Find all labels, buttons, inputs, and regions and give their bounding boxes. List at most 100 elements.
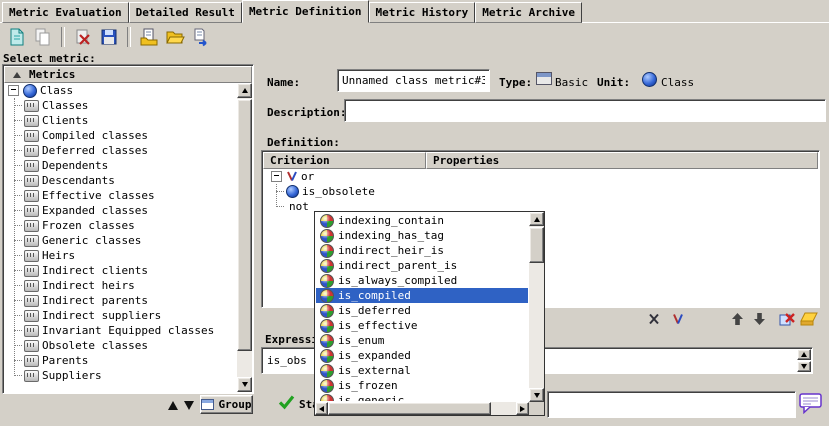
criterion-column-header[interactable]: Criterion xyxy=(263,152,426,169)
group-button[interactable]: Group xyxy=(200,395,253,414)
tree-item-clients[interactable]: Clients xyxy=(4,113,237,128)
tree-item-suppliers[interactable]: Suppliers xyxy=(4,368,237,383)
or-children: is_obsolete not xyxy=(263,184,818,214)
erase-definition-button[interactable] xyxy=(799,310,819,328)
criterion-icon xyxy=(320,349,334,363)
dropdown-vscroll-thumb[interactable] xyxy=(529,227,544,263)
criterion-option-is-always-compiled[interactable]: is_always_compiled xyxy=(316,273,528,288)
metrics-column-header[interactable]: Metrics xyxy=(4,66,252,83)
criterion-option-is-frozen[interactable]: is_frozen xyxy=(316,378,528,393)
scroll-up-icon[interactable] xyxy=(529,212,544,226)
criterion-option-indexing-contain[interactable]: indexing_contain xyxy=(316,213,528,228)
or-operator-button[interactable] xyxy=(668,310,688,328)
scroll-down-icon[interactable] xyxy=(237,377,252,392)
criterion-row-or[interactable]: or xyxy=(263,169,818,184)
tree-item-heirs[interactable]: Heirs xyxy=(4,248,237,263)
delete-metric-button[interactable] xyxy=(70,25,96,49)
criterion-icon xyxy=(320,289,334,303)
criterion-icon xyxy=(320,379,334,393)
tree-item-indirect-clients[interactable]: Indirect clients xyxy=(4,263,237,278)
tab-detailed-result[interactable]: Detailed Result xyxy=(129,2,242,23)
criterion-option-is-effective[interactable]: is_effective xyxy=(316,318,528,333)
tree-item-parents[interactable]: Parents xyxy=(4,353,237,368)
import-metric-button[interactable] xyxy=(136,25,162,49)
tree-item-expanded-classes[interactable]: Expanded classes xyxy=(4,203,237,218)
tab-metric-archive[interactable]: Metric Archive xyxy=(475,2,582,23)
dropdown-hscroll-thumb[interactable] xyxy=(328,402,491,415)
or-operator-icon xyxy=(672,313,684,325)
comment-field[interactable] xyxy=(547,391,796,418)
collapse-icon[interactable] xyxy=(271,171,282,182)
copy-metric-button[interactable] xyxy=(30,25,56,49)
criterion-label: or xyxy=(301,170,314,183)
tree-item-frozen-classes[interactable]: Frozen classes xyxy=(4,218,237,233)
criterion-option-is-enum[interactable]: is_enum xyxy=(316,333,528,348)
down-arrow-icon xyxy=(184,401,194,410)
criterion-option-is-generic[interactable]: is_generic xyxy=(316,393,528,401)
scroll-up-icon[interactable] xyxy=(237,83,252,98)
criterion-option-is-expanded[interactable]: is_expanded xyxy=(316,348,528,363)
remove-criterion-button[interactable] xyxy=(777,310,797,328)
criterion-option-is-external[interactable]: is_external xyxy=(316,363,528,378)
criterion-icon xyxy=(320,259,334,273)
tree-item-dependents[interactable]: Dependents xyxy=(4,158,237,173)
open-metrics-button[interactable] xyxy=(162,25,188,49)
move-criterion-up-button[interactable] xyxy=(727,310,747,328)
tree-item-deferred-classes[interactable]: Deferred classes xyxy=(4,143,237,158)
criterion-icon xyxy=(320,244,334,258)
tree-scrollbar[interactable] xyxy=(237,83,252,392)
spin-up-icon[interactable] xyxy=(797,349,811,360)
scroll-down-icon[interactable] xyxy=(529,388,544,402)
name-input[interactable] xyxy=(337,69,490,92)
tree-item-indirect-heirs[interactable]: Indirect heirs xyxy=(4,278,237,293)
tab-metric-evaluation[interactable]: Metric Evaluation xyxy=(2,2,129,23)
tree-item-compiled-classes[interactable]: Compiled classes xyxy=(4,128,237,143)
delete-metric-icon xyxy=(73,27,93,47)
criterion-row-is-obsolete[interactable]: is_obsolete xyxy=(263,184,818,199)
tree-item-effective-classes[interactable]: Effective classes xyxy=(4,188,237,203)
class-unit-icon xyxy=(23,84,37,98)
tab-metric-definition[interactable]: Metric Definition xyxy=(242,0,369,23)
tree-item-obsolete-classes[interactable]: Obsolete classes xyxy=(4,338,237,353)
export-metric-button[interactable] xyxy=(188,25,214,49)
scroll-left-icon[interactable] xyxy=(315,402,328,415)
metric-icon xyxy=(24,130,39,142)
comment-button[interactable] xyxy=(799,393,822,414)
criterion-option-indexing-has-tag[interactable]: indexing_has_tag xyxy=(316,228,528,243)
metric-icon xyxy=(24,355,39,367)
dropdown-vscrollbar[interactable] xyxy=(529,212,544,402)
tree-item-descendants[interactable]: Descendants xyxy=(4,173,237,188)
scrollbar-corner xyxy=(529,402,544,415)
move-metric-down-button[interactable] xyxy=(182,398,196,412)
expression-value: is_obs xyxy=(267,354,307,367)
criterion-icon xyxy=(320,304,334,318)
spin-down-icon[interactable] xyxy=(797,361,811,372)
tree-item-indirect-parents[interactable]: Indirect parents xyxy=(4,293,237,308)
scroll-right-icon[interactable] xyxy=(516,402,529,415)
move-criterion-down-button[interactable] xyxy=(749,310,769,328)
tree-root-class[interactable]: Class xyxy=(4,83,237,98)
save-metric-button[interactable] xyxy=(96,25,122,49)
criterion-icon xyxy=(320,274,334,288)
collapse-icon[interactable] xyxy=(8,85,19,96)
properties-column-header[interactable]: Properties xyxy=(426,152,818,169)
tab-metric-history[interactable]: Metric History xyxy=(369,2,476,23)
dropdown-hscrollbar[interactable] xyxy=(315,402,529,415)
tree-item-invariant-equipped-classes[interactable]: Invariant Equipped classes xyxy=(4,323,237,338)
tree-scrollbar-thumb[interactable] xyxy=(237,99,252,351)
description-input[interactable] xyxy=(344,99,826,122)
move-metric-up-button[interactable] xyxy=(166,398,180,412)
tree-item-classes[interactable]: Classes xyxy=(4,98,237,113)
tree-item-indirect-suppliers[interactable]: Indirect suppliers xyxy=(4,308,237,323)
metric-icon xyxy=(24,145,39,157)
criterion-option-indirect-parent-is[interactable]: indirect_parent_is xyxy=(316,258,528,273)
metric-icon xyxy=(24,265,39,277)
criterion-option-is-deferred[interactable]: is_deferred xyxy=(316,303,528,318)
criterion-option-indirect-heir-is[interactable]: indirect_heir_is xyxy=(316,243,528,258)
and-operator-button[interactable] xyxy=(644,310,664,328)
save-metric-icon xyxy=(99,27,119,47)
criterion-option-is-compiled[interactable]: is_compiled xyxy=(316,288,528,303)
new-metric-button[interactable] xyxy=(4,25,30,49)
tree-item-generic-classes[interactable]: Generic classes xyxy=(4,233,237,248)
name-label: Name: xyxy=(267,76,300,89)
